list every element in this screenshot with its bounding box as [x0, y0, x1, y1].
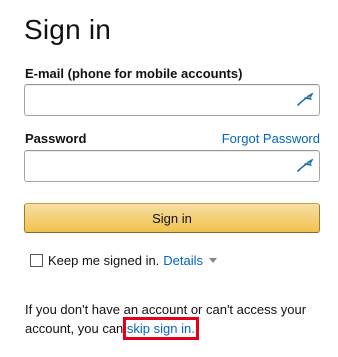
help-text: If you don't have an account or can't ac…	[25, 300, 325, 340]
chevron-down-icon[interactable]	[209, 258, 218, 263]
sign-in-button[interactable]: Sign in	[24, 203, 320, 233]
skip-sign-in-link[interactable]: skip sign in.	[122, 317, 199, 340]
keep-signed-in-checkbox[interactable]	[30, 254, 43, 267]
key-icon[interactable]	[296, 158, 314, 174]
email-field-container	[24, 84, 320, 116]
password-label: Password	[25, 131, 87, 146]
forgot-password-link[interactable]: Forgot Password	[222, 131, 320, 146]
sign-in-page: Sign in E-mail (phone for mobile account…	[0, 0, 338, 357]
keep-signed-in-label[interactable]: Keep me signed in.	[48, 253, 159, 268]
password-field-container	[24, 150, 320, 182]
keep-signed-in-row: Keep me signed in. Details	[30, 253, 218, 268]
email-input[interactable]	[25, 85, 319, 115]
details-link[interactable]: Details	[163, 253, 203, 268]
page-title: Sign in	[24, 14, 112, 45]
password-input[interactable]	[25, 151, 319, 181]
key-icon[interactable]	[296, 92, 314, 108]
email-label: E-mail (phone for mobile accounts)	[25, 66, 243, 81]
